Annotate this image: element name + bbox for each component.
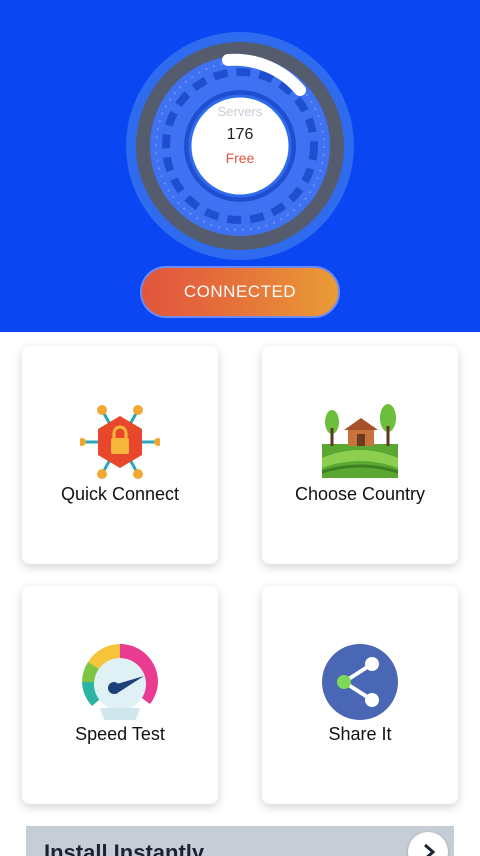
choose-country-card[interactable]: Choose Country (262, 346, 458, 564)
header-panel: Servers 176 Free CONNECTED (0, 0, 480, 332)
server-info: Servers 176 Free (186, 86, 294, 194)
connection-status-button[interactable]: CONNECTED (140, 266, 340, 318)
speedometer-icon (82, 644, 158, 720)
share-it-card[interactable]: Share It (262, 586, 458, 804)
ad-play-button[interactable] (408, 832, 448, 856)
ad-banner-text: Install Instantly (44, 840, 205, 856)
servers-count: 176 (226, 126, 254, 143)
farm-landscape-icon (321, 404, 399, 478)
shield-lock-network-icon (80, 405, 160, 479)
choose-country-label: Choose Country (294, 484, 426, 504)
quick-connect-card[interactable]: Quick Connect (22, 346, 218, 564)
quick-connect-label: Quick Connect (60, 484, 180, 504)
connection-status-label: CONNECTED (183, 282, 297, 301)
speed-test-card[interactable]: Speed Test (22, 586, 218, 804)
chevron-right-icon (424, 843, 436, 856)
share-icon (322, 644, 398, 720)
ad-banner[interactable]: Install Instantly (26, 826, 454, 856)
speed-test-label: Speed Test (75, 724, 165, 744)
share-it-label: Share It (328, 724, 392, 744)
servers-label: Servers (217, 104, 263, 119)
plan-tier-label: Free (225, 150, 255, 166)
